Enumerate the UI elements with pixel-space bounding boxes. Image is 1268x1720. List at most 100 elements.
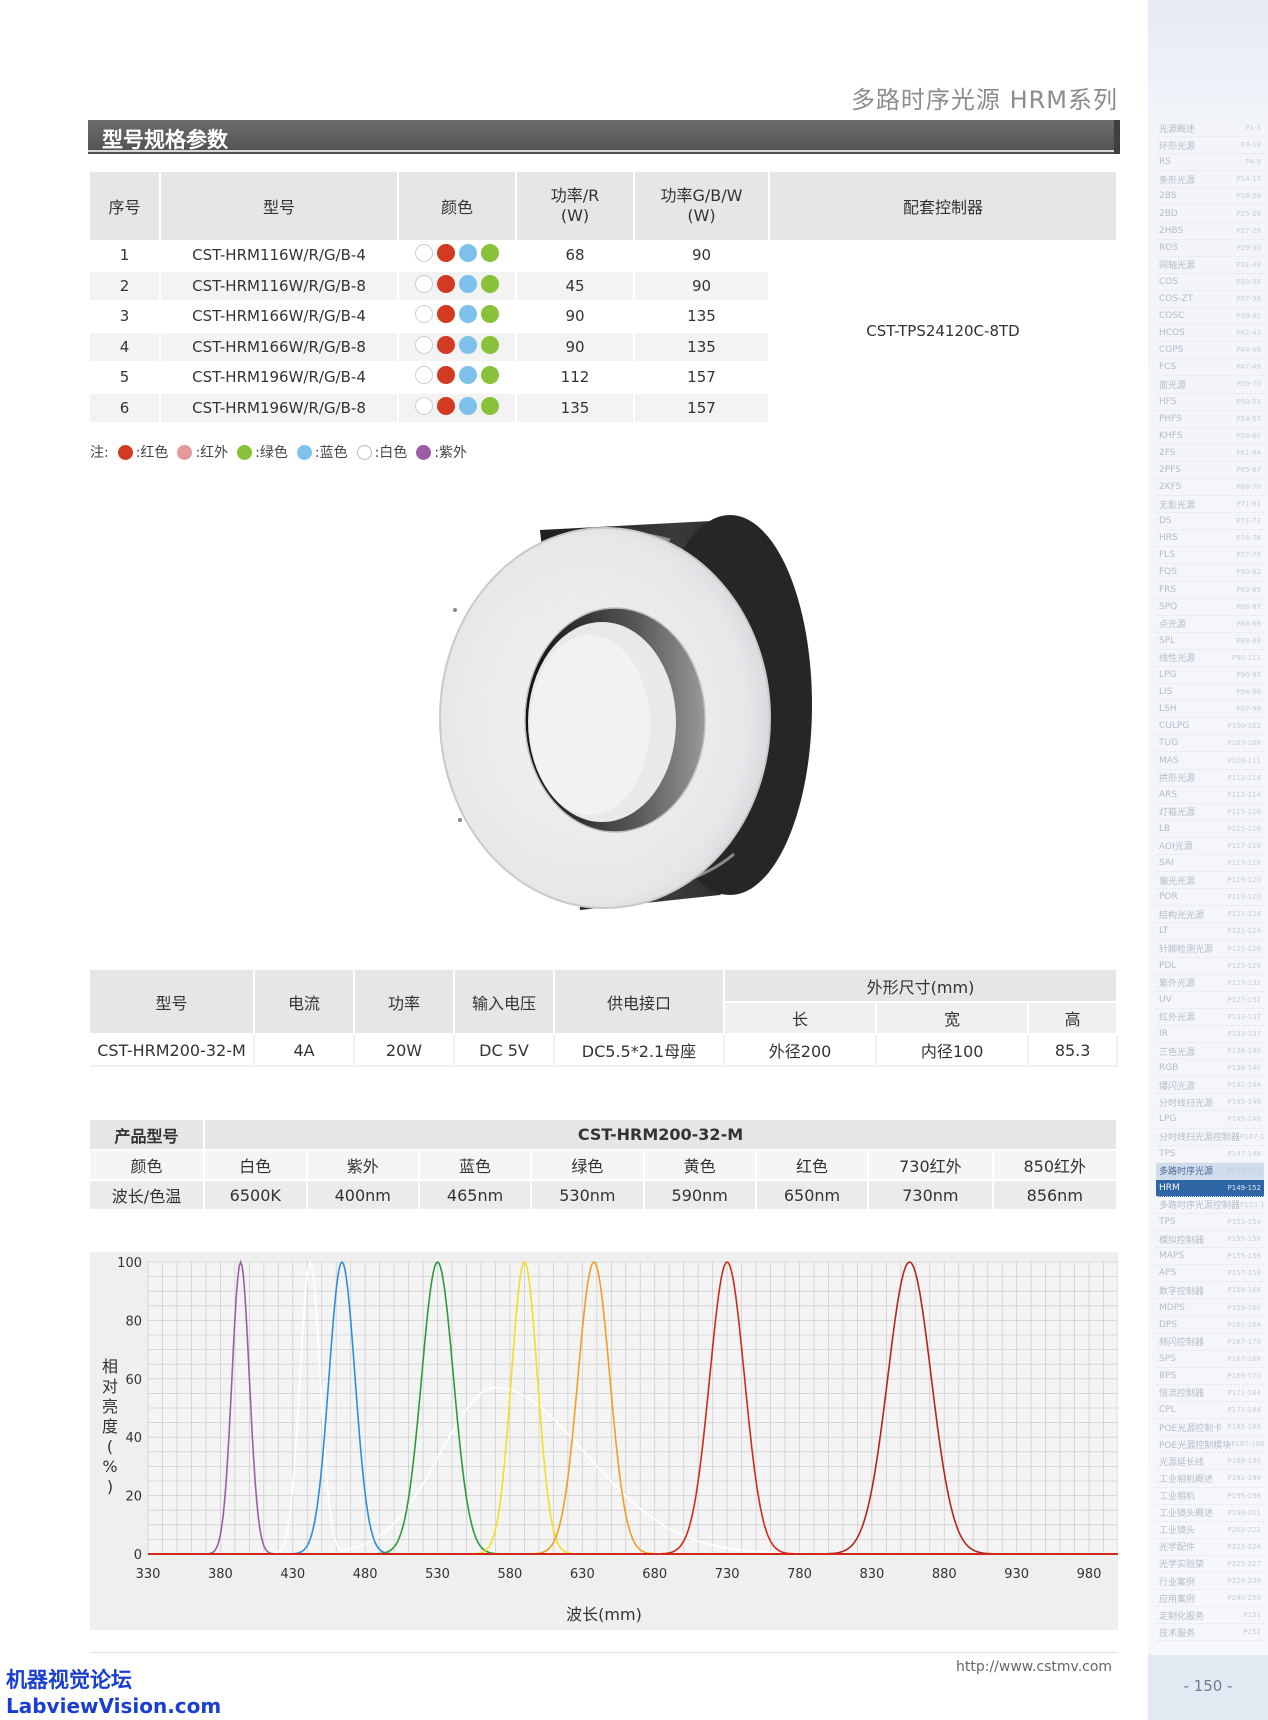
sidebar-item[interactable]: LIS P94-96 — [1156, 684, 1264, 702]
sidebar-item[interactable]: LPG P90-93 — [1156, 667, 1264, 685]
sidebar-item[interactable]: CULPG P100-102 — [1156, 718, 1264, 736]
sidebar-item[interactable]: 同轴光源 P31-49 — [1156, 257, 1264, 274]
sidebar-item[interactable]: 数字控制器 P159-166 — [1156, 1282, 1264, 1300]
sidebar-item[interactable]: 2BS P18-24 — [1156, 188, 1264, 206]
sidebar-item[interactable]: 2FS P61-64 — [1156, 445, 1264, 462]
sidebar-item[interactable]: SPQ P86-87 — [1156, 599, 1264, 616]
x-tick-label: 880 — [932, 1567, 957, 1582]
sidebar-item[interactable]: HCOS P42-43 — [1156, 325, 1264, 343]
sidebar-item[interactable]: 多路时序光源控制器P153-154 — [1156, 1197, 1264, 1214]
x-tick-label: 430 — [280, 1567, 305, 1582]
sidebar-item[interactable]: 应用案例 P240-250 — [1156, 1590, 1264, 1608]
sidebar-item[interactable]: 光源延长线 P189-190 — [1156, 1453, 1264, 1471]
sidebar-item[interactable]: 2BD P25-26 — [1156, 205, 1264, 223]
sidebar-item[interactable]: 三色光源 P138-140 — [1156, 1043, 1264, 1061]
sidebar-item[interactable]: ARS P112-114 — [1156, 787, 1264, 804]
sidebar-item[interactable]: IR P133-137 — [1156, 1026, 1264, 1044]
sidebar-item[interactable]: 环形光源 P4-19 — [1156, 137, 1264, 155]
sidebar-item[interactable]: 结构光光源 P121-124 — [1156, 906, 1264, 924]
sidebar-item[interactable]: HRM P149-152 — [1156, 1179, 1264, 1197]
sidebar-item[interactable]: 多路时序光源 P149-152 — [1156, 1162, 1264, 1180]
sidebar-item[interactable]: 分时线扫光源 P145-146 — [1156, 1094, 1264, 1112]
website-url[interactable]: http://www.cstmv.com — [956, 1659, 1112, 1675]
sidebar-item[interactable]: CPL P171-184 — [1156, 1402, 1264, 1420]
sidebar-item[interactable]: 拱形光源 P112-114 — [1156, 770, 1264, 787]
sidebar-item[interactable]: COS P33-36 — [1156, 274, 1264, 291]
sidebar-item[interactable]: 模拟控制器 P155-158 — [1156, 1231, 1264, 1249]
sidebar-item[interactable]: LSH P97-99 — [1156, 701, 1264, 719]
product-model-label: 产品型号 — [90, 1120, 205, 1151]
sidebar-item[interactable]: DS P71-73 — [1156, 513, 1264, 531]
sidebar-item[interactable]: TPS P147-148 — [1156, 1146, 1264, 1163]
sidebar-item[interactable]: 针脚检测光源 P125-126 — [1156, 941, 1264, 958]
sidebar-item[interactable]: HFS P50-53 — [1156, 394, 1264, 411]
sidebar-item[interactable]: FRS P83-85 — [1156, 582, 1264, 599]
sidebar-item[interactable]: COSC P39-41 — [1156, 308, 1264, 326]
sidebar-item[interactable]: 光学实验架 P225-227 — [1156, 1556, 1264, 1573]
sidebar-item[interactable]: TUG P103-108 — [1156, 735, 1264, 753]
sidebar-item[interactable]: HRS P74-76 — [1156, 530, 1264, 548]
sidebar-item[interactable]: 定制化服务 P251 — [1156, 1607, 1264, 1625]
sidebar-item[interactable]: 工业相机概述 P191-194 — [1156, 1470, 1264, 1488]
sidebar-item[interactable]: 2PFS P65-67 — [1156, 462, 1264, 479]
sidebar-item[interactable]: 分时线扫光源控制器P147-148 — [1156, 1129, 1264, 1146]
sidebar-item[interactable]: 工业镜头 P202-222 — [1156, 1522, 1264, 1539]
sidebar-item[interactable]: ROS P29-30 — [1156, 240, 1264, 257]
sidebar-item[interactable]: BPS P169-170 — [1156, 1368, 1264, 1385]
sidebar-item[interactable]: 工业镜头概述 P199-201 — [1156, 1505, 1264, 1522]
sidebar-item[interactable]: POR P119-120 — [1156, 889, 1264, 907]
sidebar-item[interactable]: 条形光源 P14-17 — [1156, 171, 1264, 189]
sidebar-item[interactable]: LT P121-124 — [1156, 923, 1264, 941]
sidebar-item[interactable]: 偏光光源 P119-120 — [1156, 872, 1264, 890]
sidebar-item[interactable]: 光源概述 P1-3 — [1156, 120, 1264, 138]
cell-model: CST-HRM166W/R/G/B-8 — [160, 331, 399, 363]
sidebar-item[interactable]: SPS P167-168 — [1156, 1351, 1264, 1368]
sidebar-item[interactable]: APS P157-158 — [1156, 1265, 1264, 1283]
sidebar-item[interactable]: RGB P138-140 — [1156, 1060, 1264, 1078]
sidebar-item[interactable]: 点光源 P88-89 — [1156, 616, 1264, 633]
sidebar-item[interactable]: FLS P77-79 — [1156, 547, 1264, 565]
sidebar-item[interactable]: TPS P153-154 — [1156, 1214, 1264, 1232]
sidebar-item[interactable]: MAS P109-111 — [1156, 752, 1264, 770]
sidebar-item[interactable]: COPS P44-46 — [1156, 342, 1264, 360]
sidebar-item[interactable]: UV P127-132 — [1156, 992, 1264, 1009]
sidebar-item[interactable]: POE光源控制模块 P187-188 — [1156, 1436, 1264, 1454]
sidebar-item-label: 技术服务 — [1159, 1628, 1196, 1639]
sidebar-item[interactable]: 面光源 P50-70 — [1156, 376, 1264, 394]
col-header-power-gbw: 功率G/B/W (W) — [634, 172, 770, 240]
sidebar-item[interactable]: FCS P47-49 — [1156, 359, 1264, 377]
sidebar-item[interactable]: PDL P125-126 — [1156, 958, 1264, 975]
sidebar-item[interactable]: 恒流控制器 P171-184 — [1156, 1385, 1264, 1403]
sidebar-item[interactable]: POE光源控制卡 P185-186 — [1156, 1419, 1264, 1437]
sidebar-item-label: 紫外光源 — [1159, 979, 1196, 990]
sidebar-item[interactable]: 线性光源 P90-111 — [1156, 650, 1264, 667]
sidebar-item[interactable]: AOI光源 P117-118 — [1156, 838, 1264, 856]
cell-model: CST-HRM200-32-M — [90, 1034, 255, 1067]
sidebar-item[interactable]: 频闪控制器 P167-170 — [1156, 1334, 1264, 1351]
sidebar-item[interactable]: 光学配件 P223-224 — [1156, 1539, 1264, 1556]
sidebar-item[interactable]: 技术服务 P252 — [1156, 1624, 1264, 1642]
sidebar-item[interactable]: LPG P145-146 — [1156, 1111, 1264, 1129]
sidebar-item[interactable]: 紫外光源 P127-132 — [1156, 975, 1264, 992]
sidebar-item[interactable]: MAPS P155-156 — [1156, 1248, 1264, 1266]
sidebar-item[interactable]: COS-ZT P37-38 — [1156, 291, 1264, 309]
sidebar-item[interactable]: 行业案例 P228-239 — [1156, 1573, 1264, 1591]
sidebar-item[interactable]: 工业相机 P195-198 — [1156, 1488, 1264, 1505]
sidebar-item[interactable]: 爆闪光源 P141-144 — [1156, 1077, 1264, 1095]
sidebar-item[interactable]: SAI P117-118 — [1156, 855, 1264, 873]
sidebar-item[interactable]: RS P4-9 — [1156, 154, 1264, 172]
sidebar-item[interactable]: LB P115-116 — [1156, 821, 1264, 838]
sidebar-item-page: P153-154 — [1227, 1218, 1261, 1227]
cell-width: 内径100 — [876, 1034, 1030, 1067]
sidebar-item[interactable]: 无影光源 P71-81 — [1156, 496, 1264, 514]
sidebar-item[interactable]: 灯箱光源 P115-116 — [1156, 804, 1264, 821]
sidebar-item[interactable]: KHFS P58-60 — [1156, 428, 1264, 445]
sidebar-item[interactable]: 2HBS P27-29 — [1156, 223, 1264, 240]
sidebar-item[interactable]: 红外光源 P133-137 — [1156, 1009, 1264, 1026]
sidebar-item[interactable]: PHFS P54-57 — [1156, 411, 1264, 428]
sidebar-item[interactable]: 2KFS P68-70 — [1156, 479, 1264, 497]
sidebar-item[interactable]: FQS P80-82 — [1156, 564, 1264, 582]
sidebar-item[interactable]: DPS P161-164 — [1156, 1317, 1264, 1334]
sidebar-item[interactable]: SPL P88-89 — [1156, 633, 1264, 650]
sidebar-item[interactable]: MDPS P159-160 — [1156, 1299, 1264, 1317]
